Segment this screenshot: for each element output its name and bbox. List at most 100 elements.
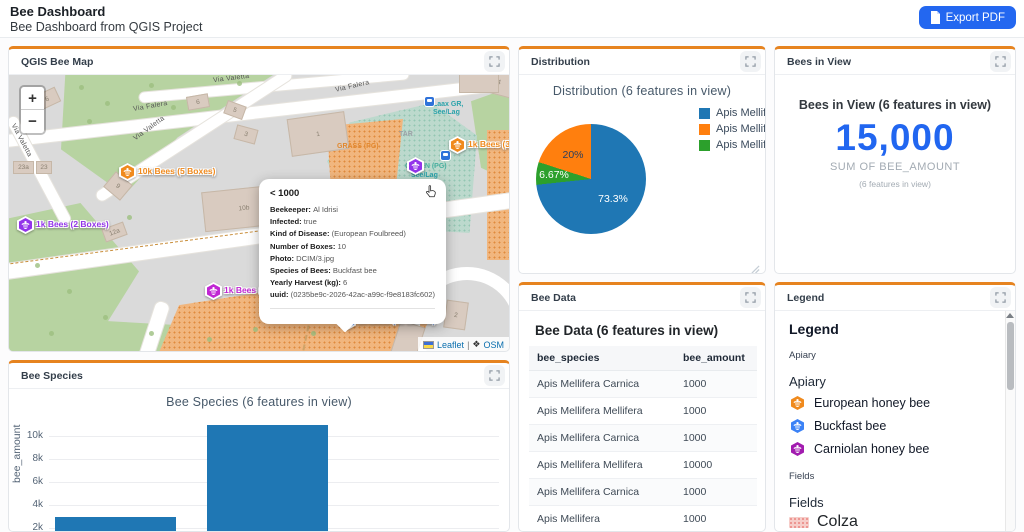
page-subtitle: Bee Dashboard from QGIS Project (10, 20, 202, 34)
pie-slice-label: 73.3% (598, 193, 628, 205)
scroll-up-arrow[interactable] (1006, 313, 1014, 318)
panel-title-bee-data: Bee Data (531, 292, 576, 304)
pie-legend-item[interactable]: Apis Mellifera Carnica (699, 123, 766, 135)
pie-legend: Apis Mellifera Mellifera Apis Mellifera C… (699, 107, 766, 155)
document-icon (930, 11, 941, 24)
osm-link[interactable]: OSM (483, 340, 504, 350)
popup-field: Infected: true (270, 216, 435, 228)
dashboard-grid: QGIS Bee Map (0, 38, 1024, 532)
pie-legend-item[interactable]: Apis Mellifera (699, 139, 766, 151)
table-cell: Apis Mellifera Mellifera (529, 452, 675, 479)
attribution-separator: | (467, 340, 469, 350)
bee-data-table: bee_speciesbee_amount Apis Mellifera Car… (529, 346, 757, 532)
tree-icon (49, 331, 54, 336)
bar[interactable] (55, 517, 176, 532)
resize-handle-icon[interactable] (751, 261, 760, 274)
zoom-in-button[interactable]: + (21, 87, 44, 110)
area-label: See/Lag (433, 109, 460, 116)
tree-icon (171, 105, 176, 110)
legend-group-name: Fields (789, 495, 997, 510)
table-title: Bee Data (6 features in view) (519, 311, 765, 346)
legend-item: European honey bee (789, 394, 997, 412)
legend-item-label: Carniolan honey bee (814, 442, 929, 456)
table-cell: 1000 (675, 398, 757, 425)
tree-icon (207, 337, 212, 342)
expand-legend-button[interactable] (990, 287, 1011, 308)
expand-bees-in-view-button[interactable] (990, 51, 1011, 72)
expand-bee-species-button[interactable] (484, 365, 505, 386)
expand-bee-data-button[interactable] (740, 287, 761, 308)
marker-label: 1k Bees (2 Boxes) (36, 219, 109, 229)
area-label: GRASS (PG) (337, 143, 379, 150)
column-header: bee_amount (675, 346, 757, 371)
indicator-value: 15,000 (775, 117, 1015, 159)
popup-field: Beekeeper: Al Idrisi (270, 204, 435, 216)
pie-legend-label: Apis Mellifera Carnica (716, 123, 766, 135)
legend-scrollbar[interactable] (1005, 311, 1015, 532)
popup-field: Number of Boxes: 10 (270, 241, 435, 253)
export-pdf-button[interactable]: Export PDF (919, 6, 1016, 29)
tree-icon (87, 119, 92, 124)
table-cell: 1000 (675, 479, 757, 506)
popup-field: Species of Bees: Buckfast bee (270, 265, 435, 277)
pie-slice-label: 6.67% (539, 169, 569, 181)
legend-swatch (699, 140, 710, 151)
map-building: 23 (36, 161, 52, 174)
map-feature-popup: < 1000 Beekeeper: Al IdrisiInfected: tru… (259, 179, 446, 324)
expand-icon (995, 292, 1006, 303)
area-label: Laax GR, (433, 101, 463, 108)
zoom-out-button[interactable]: − (21, 110, 44, 133)
tree-icon (127, 215, 132, 220)
hand-cursor (424, 184, 438, 204)
pie-chart: 73.3%20%6.67% (536, 124, 646, 234)
pie-legend-item[interactable]: Apis Mellifera Mellifera (699, 107, 766, 119)
map-building: 23a (13, 161, 34, 174)
table-row: Apis Mellifera Carnica1000 (529, 479, 757, 506)
bar-plot-area: bee_amount 2k4k6k8k10k (9, 395, 509, 532)
bee-hexagon-icon (789, 394, 806, 412)
scrollbar-thumb[interactable] (1007, 322, 1014, 390)
map-attribution: Leaflet | ❖ OSM (418, 337, 509, 352)
bar[interactable] (207, 425, 328, 532)
tree-icon (103, 315, 108, 320)
bee-hexagon-icon (789, 440, 806, 458)
y-tick-label: 2k (17, 522, 43, 532)
legend-heading: Legend (789, 321, 997, 337)
table-cell: 10000 (675, 452, 757, 479)
bee-hive-marker[interactable] (407, 157, 424, 175)
map-building (459, 75, 499, 93)
popup-divider (270, 308, 435, 318)
tree-icon (149, 331, 154, 336)
tree-icon (149, 83, 154, 88)
table-row: Apis Mellifera Mellifera10000 (529, 452, 757, 479)
pie-legend-label: Apis Mellifera (716, 139, 766, 151)
table-row: Apis Mellifera1000 (529, 506, 757, 532)
bee-hive-marker[interactable]: 1k Bees (3 Boxes) (205, 282, 222, 300)
panel-title-bee-species: Bee Species (21, 370, 83, 382)
area-label: TAR (399, 131, 413, 138)
marker-label: 10k Bees (5 Boxes) (138, 166, 216, 176)
y-tick-label: 10k (17, 430, 43, 441)
legend-item-label: Colza (817, 513, 858, 531)
tree-icon (35, 263, 40, 268)
popup-title: < 1000 (270, 188, 435, 199)
map-building: 2 (443, 300, 469, 331)
legend-swatch (699, 124, 710, 135)
tree-icon (79, 85, 84, 90)
expand-map-button[interactable] (484, 51, 505, 72)
field-pattern-swatch (789, 517, 809, 528)
panel-qgis-bee-map: QGIS Bee Map (8, 46, 510, 352)
leaflet-link[interactable]: Leaflet (437, 340, 464, 350)
bee-hexagon-icon (789, 417, 806, 435)
expand-distribution-button[interactable] (740, 51, 761, 72)
bee-hive-marker[interactable]: 1k Bees (3 Boxes) (449, 136, 466, 154)
panel-bee-data: Bee Data Bee Data (6 features in view) b… (518, 282, 766, 532)
legend-swatch (699, 108, 710, 119)
legend-group-name: Apiary (789, 374, 997, 389)
leaflet-map[interactable]: 6653123a23910b12a42Via ValettaVia Falera… (9, 75, 509, 352)
bee-hive-marker[interactable]: 1k Bees (2 Boxes) (17, 216, 34, 234)
bee-hive-marker[interactable]: 10k Bees (5 Boxes) (119, 163, 136, 181)
map-zoom-control: + − (19, 85, 46, 135)
legend-item-label: European honey bee (814, 396, 930, 410)
panel-title-map: QGIS Bee Map (21, 56, 93, 68)
